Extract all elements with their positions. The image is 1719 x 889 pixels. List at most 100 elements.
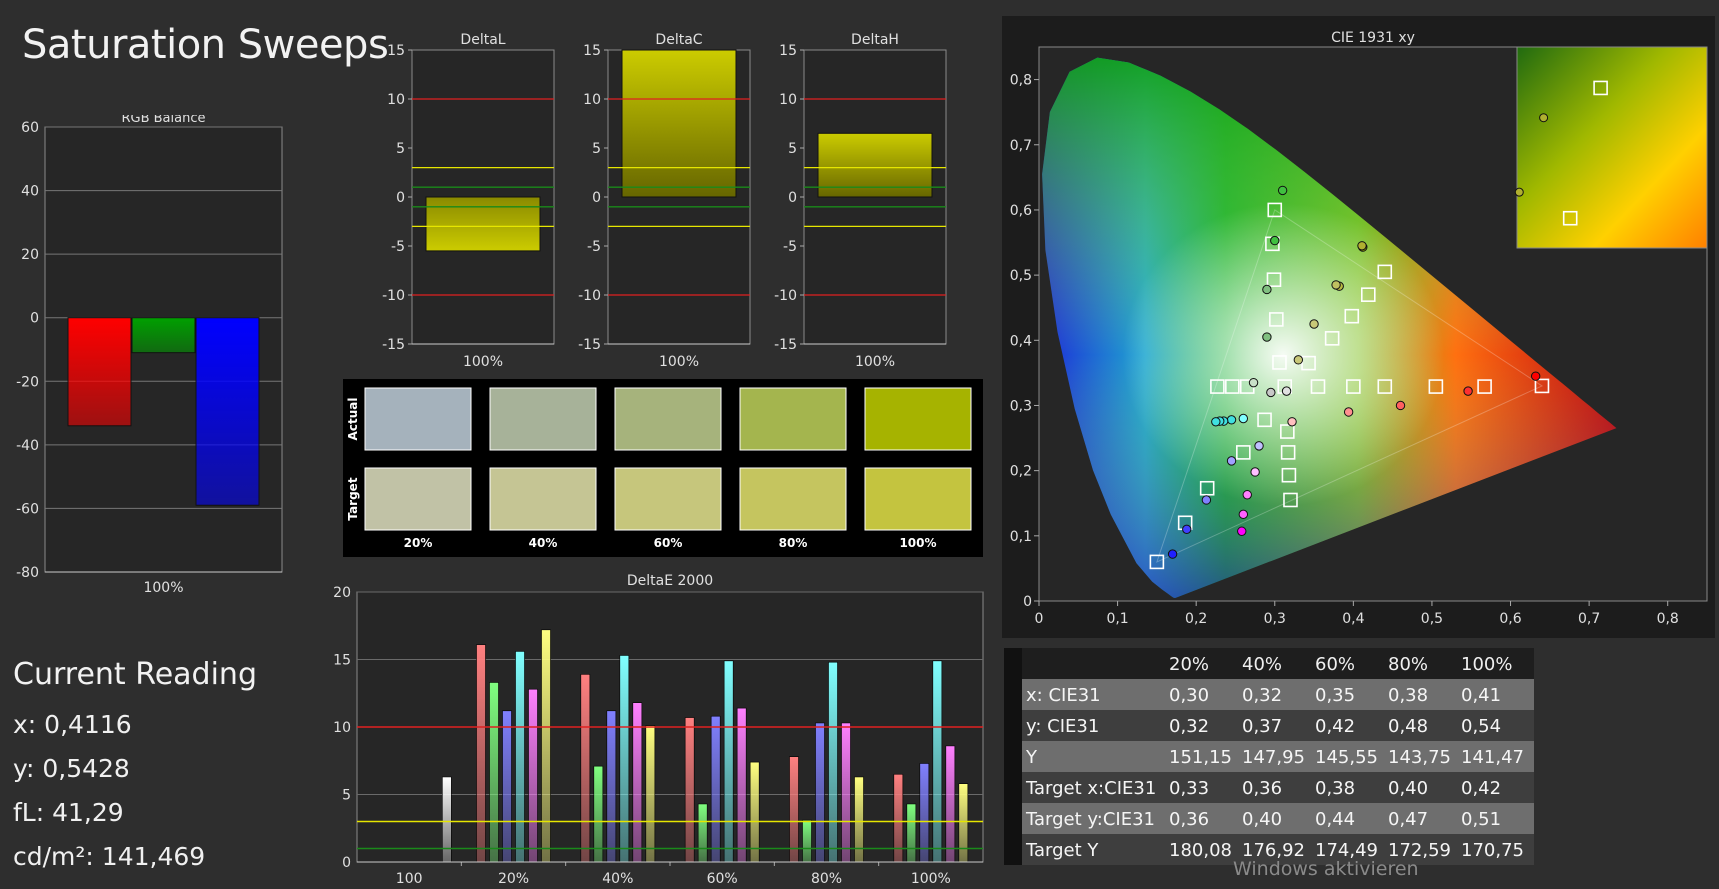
y-tick-label: 5 (396, 141, 405, 157)
actual-point (1287, 417, 1297, 427)
actual-point (1254, 441, 1264, 451)
reading-x: x: 0,4116 (13, 710, 132, 739)
x-tick-label: 0 (1035, 611, 1044, 627)
target-swatch-4 (739, 467, 847, 531)
y-tick-label: 10 (333, 720, 351, 736)
table-cell: 0,42 (1461, 778, 1501, 799)
actual-point (1281, 386, 1292, 396)
x-tick-label: 0,8 (1657, 611, 1679, 627)
column-header: 100% (1461, 654, 1512, 675)
actual-point (1463, 386, 1473, 396)
x-tick-label: 0,3 (1264, 611, 1286, 627)
table-cell: 0,36 (1242, 778, 1282, 799)
row-label-actual: Actual (346, 398, 360, 441)
actual-swatch-1 (364, 387, 472, 451)
y-tick-label: -5 (391, 239, 405, 255)
watermark-line-1: Windows aktivieren (1233, 858, 1419, 880)
delta-bar (425, 196, 541, 252)
actual-point (1182, 524, 1192, 535)
table-cell: 0,40 (1242, 809, 1282, 830)
table-cell: 0,38 (1388, 685, 1428, 706)
actual-point (1238, 413, 1249, 424)
y-tick-label: -10 (382, 288, 405, 304)
actual-point (1211, 417, 1221, 427)
y-tick-label: -15 (578, 337, 601, 353)
y-tick-label: -10 (578, 288, 601, 304)
table-cell: 0,38 (1315, 778, 1355, 799)
y-tick-label: 5 (788, 141, 797, 157)
y-tick-label: 0,4 (1010, 333, 1032, 349)
table-cell: 0,54 (1461, 716, 1501, 737)
delta-e-bar (828, 661, 838, 863)
column-header: 80% (1388, 654, 1428, 675)
chart-title: RGB Balance (121, 115, 205, 126)
actual-point (1238, 509, 1249, 520)
y-tick-label: 0,7 (1010, 138, 1032, 154)
x-tick-label: 0,6 (1499, 611, 1521, 627)
y-tick-label: 0,3 (1010, 398, 1032, 414)
y-tick-label: 0 (592, 190, 601, 206)
swatch-panel: Actual Target 20% 40% 60% 80% 100% (343, 379, 983, 557)
table-cell: 147,95 (1242, 747, 1305, 768)
bar-b (195, 317, 260, 506)
delta-e-bar (958, 783, 969, 863)
delta-e-bar (476, 644, 486, 863)
target-swatch-3 (614, 467, 722, 531)
y-tick-label: 0,1 (1010, 529, 1032, 545)
y-tick-label: -20 (16, 374, 39, 390)
table-cell: 0,42 (1315, 716, 1355, 737)
actual-point (1270, 235, 1280, 246)
delta-e-bar (442, 776, 452, 863)
row-label: Target x:CIE31 (1025, 778, 1156, 799)
target-swatch-1 (364, 467, 472, 531)
x-tick-label: 100% (855, 354, 895, 368)
y-tick-label: -15 (774, 337, 797, 353)
reading-fl: fL: 41,29 (13, 798, 124, 827)
actual-point (1167, 549, 1178, 559)
y-tick-label: -5 (783, 239, 797, 255)
y-tick-label: 10 (583, 92, 601, 108)
y-tick-label: 0,8 (1010, 73, 1032, 89)
x-tick-label: 0,1 (1106, 611, 1128, 627)
delta-e-bar (789, 756, 799, 863)
delta-h-chart: DeltaH 15 10 5 0 -5 -10 -15 100% (774, 32, 947, 368)
column-label: 100% (899, 536, 936, 550)
column-label: 20% (404, 536, 433, 550)
table-cell: 0,37 (1242, 716, 1282, 737)
y-tick-label: 20 (333, 585, 351, 601)
y-tick-label: 40 (21, 184, 39, 200)
table-cell: 0,41 (1461, 685, 1501, 706)
x-tick-label: 0,4 (1342, 611, 1364, 627)
delta-e-bar (749, 761, 760, 863)
table-cell: 0,30 (1169, 685, 1209, 706)
y-tick-label: 0 (1023, 594, 1032, 610)
row-gutter (1004, 648, 1022, 865)
y-tick-label: 0,5 (1010, 268, 1032, 284)
x-tick-label: 0,5 (1421, 611, 1443, 627)
table-cell: 0,47 (1388, 809, 1428, 830)
delta-e-bar (684, 717, 695, 863)
y-tick-label: 60 (21, 120, 39, 136)
chart-title: DeltaE 2000 (627, 573, 713, 589)
delta-c-chart: DeltaC 15 10 5 0 -5 -10 -15 100% (578, 32, 751, 368)
chart-title: CIE 1931 xy (1331, 30, 1415, 46)
table-cell: 141,47 (1461, 747, 1524, 768)
table-cell: 0,32 (1169, 716, 1209, 737)
delta-e-bar (541, 629, 551, 863)
table-cell: 180,08 (1169, 840, 1232, 861)
delta-e-bar (593, 765, 604, 863)
x-tick-label: 60% (707, 871, 738, 886)
y-tick-label: 15 (333, 653, 351, 669)
delta-e-bar (841, 722, 851, 863)
actual-point (1201, 495, 1212, 505)
x-tick-label: 100% (143, 580, 183, 596)
delta-e-bar (723, 660, 734, 863)
actual-point (1309, 319, 1319, 329)
actual-point (1331, 280, 1341, 290)
inset-actual-point (1539, 113, 1549, 123)
table-cell: 151,15 (1169, 747, 1232, 768)
delta-e-bar (854, 776, 864, 863)
delta-e-bar (619, 655, 630, 863)
delta-e-bar (515, 651, 525, 863)
actual-swatch-5 (864, 387, 972, 451)
